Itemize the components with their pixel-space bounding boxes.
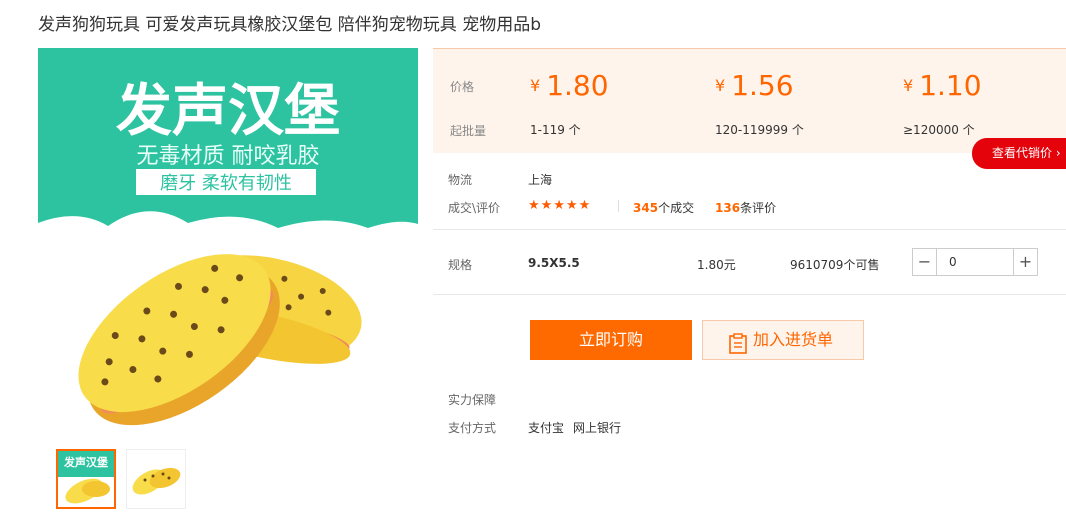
image-tag: 磨牙 柔软有韧性 [160, 173, 292, 194]
guarantee-label: 实力保障 [448, 393, 497, 407]
moq-tier-3: ≥120000 个 [903, 123, 975, 137]
moq-tier-2: 120-119999 个 [715, 123, 804, 137]
payment-method-bank: 网上银行 [573, 421, 622, 435]
agent-price-button[interactable]: 查看代销价 › [972, 138, 1066, 169]
image-headline: 发声汉堡 [116, 79, 340, 144]
deals-label: 成交\评价 [448, 201, 501, 215]
review-count[interactable]: 136条评价 [715, 199, 776, 216]
quantity-input[interactable]: 0 [949, 249, 957, 275]
thumb-headline: 发声汉堡 [63, 455, 108, 469]
logistics-value: 上海 [528, 173, 553, 187]
moq-tier-1: 1-119 个 [530, 123, 581, 137]
spec-stock: 9610709个可售 [790, 258, 880, 272]
product-title: 发声狗狗玩具 可爱发声玩具橡胶汉堡包 陪伴狗宠物玩具 宠物用品b [38, 15, 542, 35]
spec-label: 规格 [448, 258, 473, 272]
spec-price: 1.80元 [697, 258, 736, 272]
thumbnail-1[interactable]: 发声汉堡 [56, 449, 116, 509]
quantity-stepper: − 0 + [912, 248, 1038, 276]
price-tier-3: ¥1.10 [903, 69, 982, 102]
logistics-label: 物流 [448, 173, 473, 187]
plus-icon[interactable]: + [1013, 249, 1037, 275]
section-divider [433, 229, 1066, 230]
divider [618, 200, 619, 212]
payment-method-alipay: 支付宝 [528, 421, 565, 435]
price-tier-1: ¥1.80 [530, 69, 609, 102]
clipboard-icon [729, 330, 747, 368]
thumbnail-2[interactable] [126, 449, 186, 509]
price-label: 价格 [450, 80, 475, 94]
add-to-list-label: 加入进货单 [753, 330, 834, 349]
minus-icon[interactable]: − [913, 249, 937, 275]
price-tier-2: ¥1.56 [715, 69, 794, 102]
price-panel: 价格 起批量 ¥1.80 1-119 个 ¥1.56 120-119999 个 … [433, 48, 1066, 153]
moq-label: 起批量 [450, 124, 487, 138]
main-product-image[interactable]: 发声汉堡 无毒材质 耐咬乳胶 磨牙 柔软有韧性 [38, 48, 418, 428]
image-subline: 无毒材质 耐咬乳胶 [137, 144, 320, 169]
section-divider [433, 294, 1066, 295]
deal-count[interactable]: 345个成交 [633, 199, 694, 216]
payment-label: 支付方式 [448, 421, 497, 435]
rating-stars-icon: ★★★★★ [528, 198, 592, 213]
spec-name: 9.5X5.5 [528, 256, 580, 270]
buy-now-button[interactable]: 立即订购 [530, 320, 692, 360]
chevron-right-icon: › [1055, 146, 1061, 160]
add-to-list-button[interactable]: 加入进货单 [702, 320, 864, 360]
